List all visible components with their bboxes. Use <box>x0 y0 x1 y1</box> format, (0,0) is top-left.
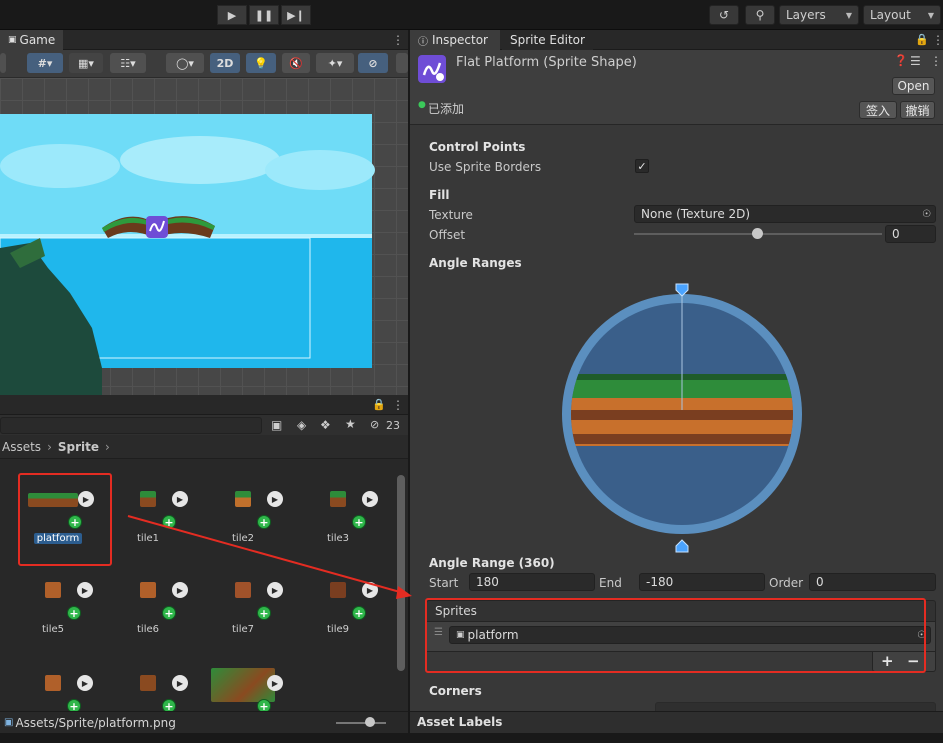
annotation-arrow-head <box>396 586 412 599</box>
annotation-arrow-line <box>127 515 401 593</box>
annotation-overlay <box>127 515 412 599</box>
